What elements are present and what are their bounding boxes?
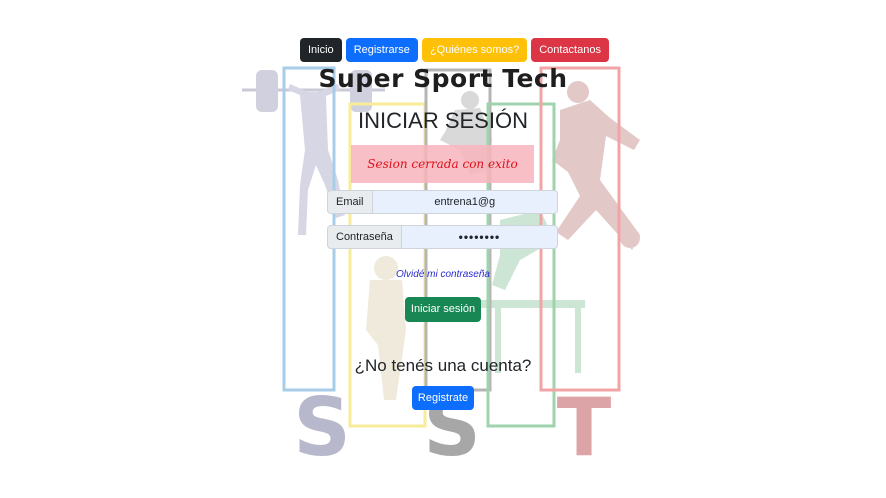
brand-title: Super Sport Tech bbox=[318, 64, 568, 93]
nav-inicio-button[interactable]: Inicio bbox=[300, 38, 342, 62]
nav-registrarse-button[interactable]: Registrarse bbox=[345, 38, 418, 62]
email-input-group: Email entrena1@g bbox=[327, 190, 558, 214]
nav-contactanos-button[interactable]: Contactanos bbox=[531, 38, 609, 62]
register-button[interactable]: Registrate bbox=[412, 386, 474, 410]
nav-quienes-somos-button[interactable]: ¿Quiénes somos? bbox=[421, 38, 528, 62]
page-title: INICIAR SESIÓN bbox=[358, 108, 528, 133]
email-field[interactable]: entrena1@g bbox=[372, 190, 558, 214]
top-nav: Inicio Registrarse ¿Quiénes somos? Conta… bbox=[300, 38, 609, 62]
forgot-password-link[interactable]: Olvidé mi contraseña bbox=[0, 269, 886, 280]
logo-letter-t-red: T bbox=[557, 381, 612, 474]
no-account-prompt: ¿No tenés una cuenta? bbox=[354, 356, 532, 375]
password-input-group: Contraseña •••••••• bbox=[327, 225, 558, 249]
logout-success-alert: Sesion cerrada con exito bbox=[351, 145, 534, 183]
logo-letter-s-blue: S bbox=[293, 381, 351, 474]
login-submit-button[interactable]: Iniciar sesión bbox=[405, 297, 481, 322]
password-label: Contraseña bbox=[327, 225, 402, 249]
email-label: Email bbox=[327, 190, 373, 214]
password-field[interactable]: •••••••• bbox=[401, 225, 558, 249]
alert-text: Sesion cerrada con exito bbox=[367, 157, 518, 171]
soccer-player-silhouette bbox=[552, 81, 640, 250]
